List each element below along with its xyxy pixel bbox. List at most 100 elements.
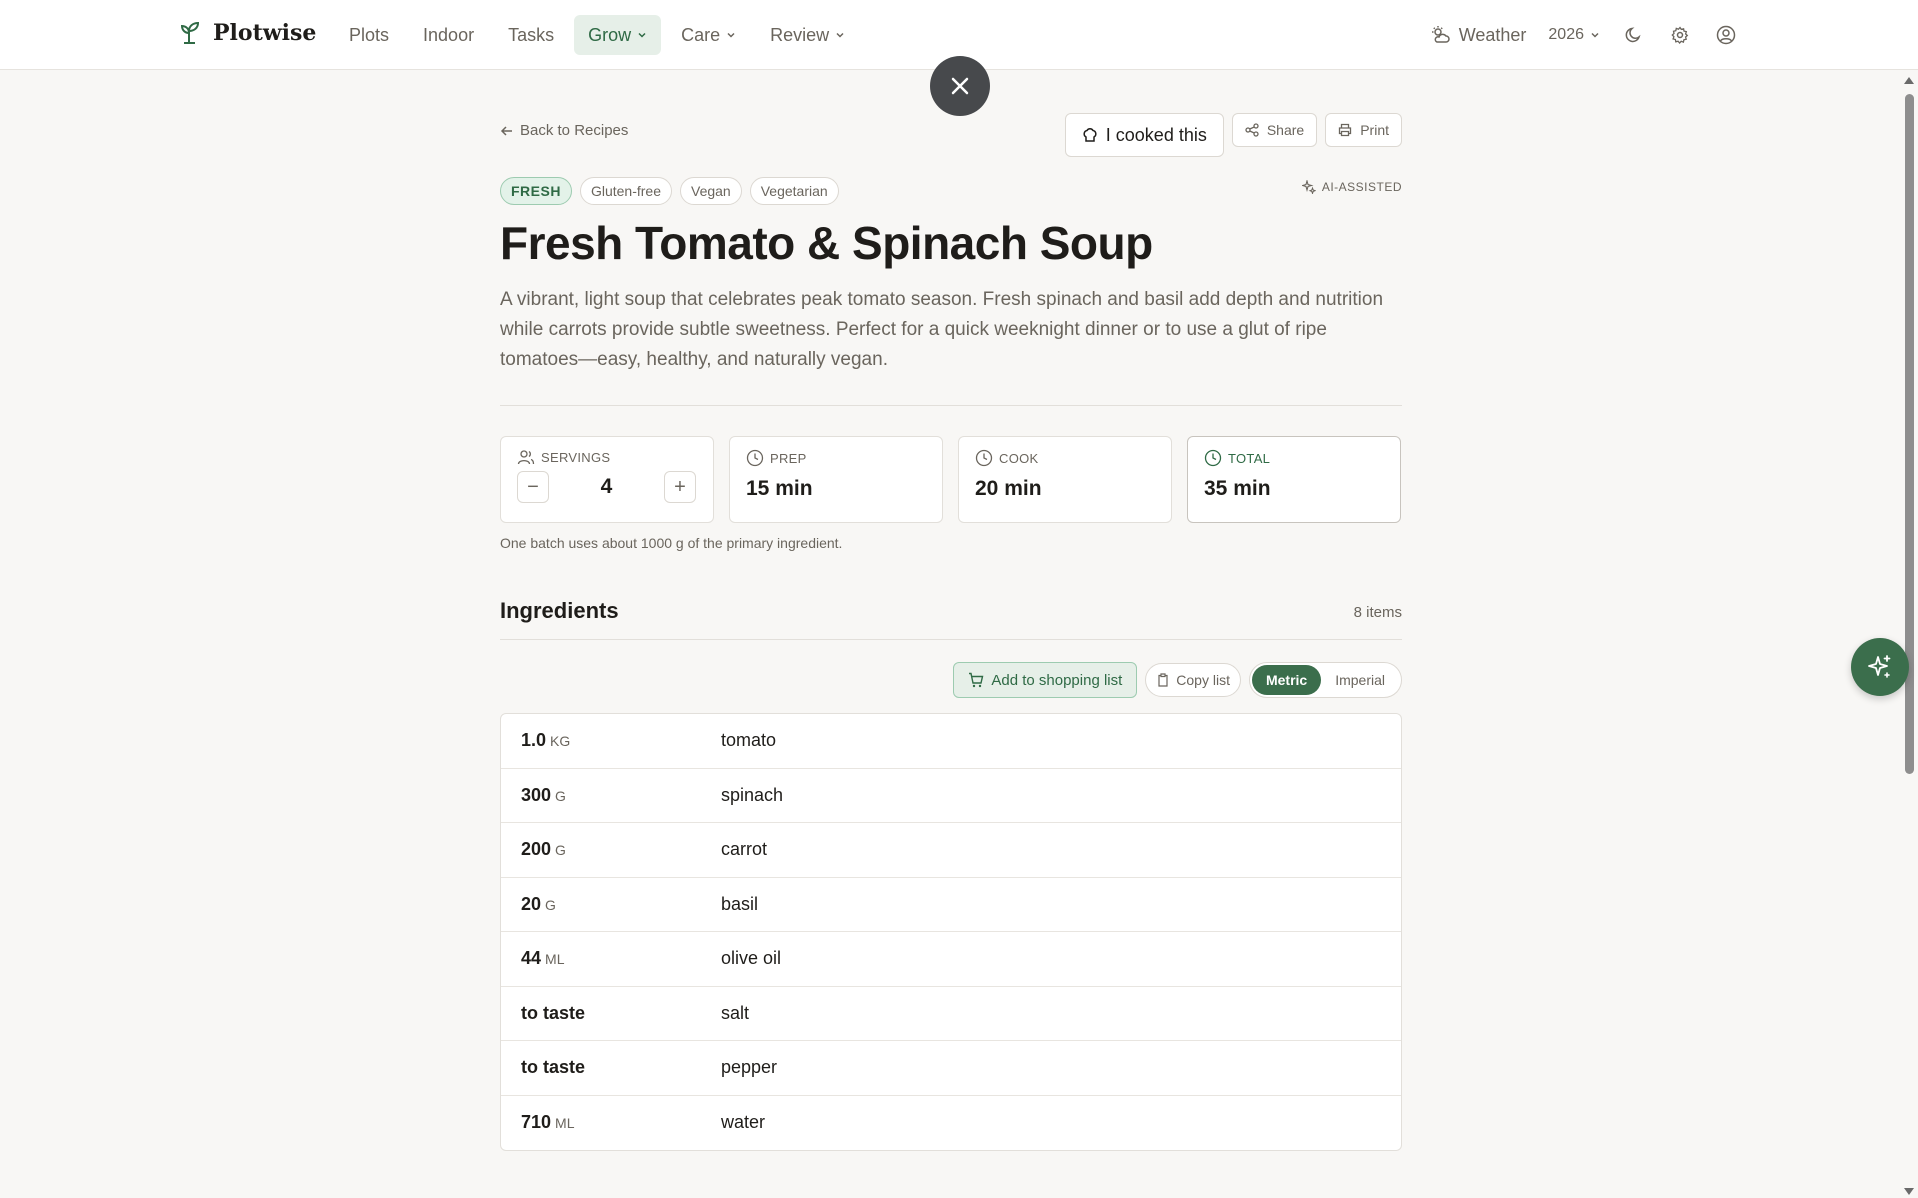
- cooked-this-button[interactable]: I cooked this: [1064, 113, 1224, 157]
- divider: [500, 405, 1402, 406]
- total-value: 35 min: [1204, 477, 1271, 500]
- total-label-row: TOTAL: [1204, 449, 1384, 467]
- ai-assistant-button[interactable]: [1851, 638, 1909, 696]
- increase-servings-button[interactable]: +: [664, 471, 696, 503]
- clipboard-icon: [1158, 673, 1168, 687]
- close-icon: [951, 77, 969, 95]
- ingredient-row: to taste salt: [501, 987, 1401, 1041]
- nav-item-grow[interactable]: Grow: [574, 15, 662, 55]
- decrease-servings-button[interactable]: −: [517, 471, 549, 503]
- cook-value: 20 min: [975, 477, 1042, 500]
- print-button[interactable]: Print: [1325, 113, 1402, 147]
- unit-imperial-option[interactable]: Imperial: [1321, 665, 1399, 695]
- weather-label: Weather: [1458, 24, 1527, 45]
- nav-item-tasks[interactable]: Tasks: [494, 15, 568, 55]
- unit-metric-option[interactable]: Metric: [1251, 665, 1322, 695]
- tag-gluten-free: Gluten-free: [579, 177, 672, 205]
- main-nav: Plots Indoor Tasks Grow Care Review: [335, 15, 859, 55]
- tag-vegetarian: Vegetarian: [749, 177, 839, 205]
- ingredient-quantity: to taste: [501, 1057, 721, 1078]
- clock-icon: [746, 449, 764, 467]
- ingredient-row: 200 g carrot: [501, 823, 1401, 878]
- cook-label: COOK: [999, 450, 1039, 466]
- sprout-icon: [181, 21, 200, 44]
- cooked-label: I cooked this: [1105, 124, 1207, 145]
- ingredient-row: 710 ml water: [501, 1096, 1401, 1151]
- ingredient-amount: 20: [521, 893, 542, 914]
- theme-toggle-button[interactable]: [1622, 23, 1646, 47]
- close-button[interactable]: [930, 56, 990, 116]
- nav-item-review[interactable]: Review: [756, 15, 859, 55]
- recipe-description: A vibrant, light soup that celebrates pe…: [500, 289, 1384, 370]
- scroll-up-arrow-icon[interactable]: [1904, 76, 1914, 84]
- page-scrollbar[interactable]: [1900, 70, 1918, 1198]
- nav-item-care[interactable]: Care: [667, 15, 750, 55]
- servings-label: SERVINGS: [541, 449, 611, 465]
- servings-card: SERVINGS − 4 +: [500, 436, 714, 523]
- ingredient-amount: 710: [521, 1112, 552, 1133]
- nav-item-plots[interactable]: Plots: [335, 15, 403, 55]
- cook-card: COOK 20 min: [958, 436, 1172, 523]
- year-selector[interactable]: 2026: [1548, 26, 1600, 44]
- ingredient-quantity: to taste: [501, 1003, 721, 1024]
- scroll-down-arrow-icon[interactable]: [1904, 1188, 1914, 1196]
- recipe-actions: I cooked this Share Print: [1064, 113, 1402, 157]
- cart-icon: [969, 672, 984, 688]
- sun-cloud-icon: [1431, 26, 1450, 43]
- ingredient-name: basil: [721, 893, 759, 914]
- clock-icon: [975, 449, 993, 467]
- ingredient-name: water: [721, 1112, 766, 1133]
- back-to-recipes-link[interactable]: Back to Recipes: [500, 122, 628, 139]
- weather-button[interactable]: Weather: [1431, 24, 1527, 46]
- ingredient-row: 300 g spinach: [501, 769, 1401, 823]
- clock-icon: [1204, 449, 1222, 467]
- prep-label-row: PREP: [746, 449, 926, 467]
- ingredients-list: 1.0 kg tomato 300 g spinach 200 g carrot 20 g basil…: [500, 713, 1402, 1151]
- ingredient-unit: ml: [545, 951, 565, 968]
- ingredient-amount: 200: [521, 839, 552, 860]
- ingredient-name: spinach: [721, 784, 784, 805]
- ingredients-header: Ingredients 8 items: [500, 598, 1402, 640]
- back-label: Back to Recipes: [520, 122, 629, 139]
- ingredient-row: 1.0 kg tomato: [501, 714, 1401, 769]
- nav-label: Plots: [349, 24, 390, 45]
- tag-vegan: Vegan: [680, 177, 742, 205]
- nav-item-indoor[interactable]: Indoor: [409, 15, 488, 55]
- settings-button[interactable]: [1668, 23, 1692, 47]
- users-icon: [517, 450, 535, 465]
- ingredient-quantity: 300 g: [501, 785, 721, 806]
- share-button[interactable]: Share: [1231, 113, 1318, 147]
- ingredient-row: to taste pepper: [501, 1041, 1401, 1096]
- ingredient-amount: 300: [521, 784, 552, 805]
- chevron-down-icon: [638, 32, 646, 38]
- moon-icon: [1625, 27, 1641, 43]
- brand-logo[interactable]: Plotwise: [181, 20, 316, 46]
- ingredient-unit: g: [545, 896, 556, 913]
- year-value: 2026: [1548, 26, 1584, 43]
- gear-icon: [1671, 26, 1689, 44]
- chevron-down-icon: [1591, 32, 1599, 38]
- ingredient-name: carrot: [721, 839, 768, 860]
- chevron-down-icon: [727, 32, 735, 38]
- servings-label-row: SERVINGS: [517, 449, 697, 465]
- ingredient-name: tomato: [721, 730, 777, 751]
- ai-label: AI-ASSISTED: [1321, 180, 1402, 194]
- ingredients-title: Ingredients: [500, 598, 619, 623]
- chef-hat-icon: [1083, 128, 1097, 142]
- nav-label: Review: [770, 24, 830, 45]
- add-label: Add to shopping list: [991, 671, 1123, 689]
- copy-list-button[interactable]: Copy list: [1145, 663, 1241, 697]
- ingredient-quantity: 20 g: [501, 894, 721, 915]
- share-label: Share: [1266, 122, 1305, 138]
- sparkles-icon: [1868, 655, 1891, 678]
- ingredients-toolbar: Add to shopping list Copy list Metric Im…: [953, 662, 1402, 698]
- ingredient-name: olive oil: [721, 948, 782, 969]
- ai-assisted-badge: AI-ASSISTED: [1301, 180, 1402, 194]
- nav-label: Indoor: [423, 24, 475, 45]
- nav-right: Weather 2026: [1431, 15, 1738, 55]
- ingredient-unit: kg: [550, 733, 571, 750]
- ingredient-amount: 1.0: [521, 730, 547, 751]
- ingredient-unit: g: [555, 842, 566, 859]
- add-to-shopping-list-button[interactable]: Add to shopping list: [953, 662, 1138, 698]
- account-button[interactable]: [1714, 23, 1738, 47]
